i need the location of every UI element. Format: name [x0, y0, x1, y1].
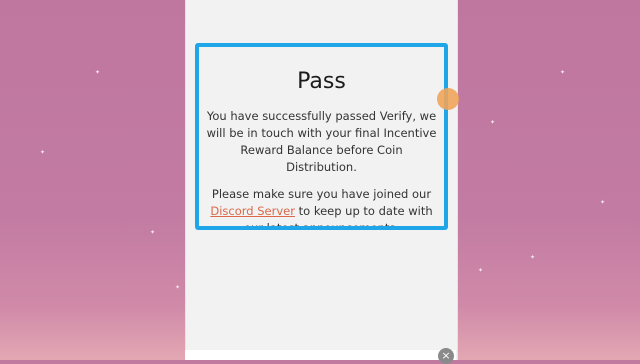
bottom-bar: [185, 350, 456, 360]
background-right: [456, 0, 640, 360]
sparkle-icon: ✦: [175, 284, 181, 291]
sparkle-icon: ✦: [530, 254, 536, 261]
close-button[interactable]: ×: [438, 348, 454, 364]
sparkle-icon: ✦: [560, 69, 566, 76]
sparkle-icon: ✦: [40, 149, 46, 156]
scroll-handle[interactable]: [437, 88, 459, 110]
join-discord-text: Please make sure you have joined our Dis…: [205, 186, 438, 226]
sparkle-icon: ✦: [150, 229, 156, 236]
discord-server-link[interactable]: Discord Server: [210, 204, 295, 218]
sparkle-icon: ✦: [95, 69, 101, 76]
sparkle-icon: ✦: [600, 199, 606, 206]
phone-screen: Pass You have successfully passed Verify…: [185, 0, 459, 360]
success-message: You have successfully passed Verify, we …: [206, 109, 437, 174]
sparkle-icon: ✦: [478, 267, 484, 274]
card-title: Pass: [297, 69, 346, 94]
verify-result-card: Pass You have successfully passed Verify…: [195, 43, 448, 230]
sparkle-icon: ✦: [490, 119, 496, 126]
background-left: [0, 0, 185, 360]
join-prefix: Please make sure you have joined our: [211, 187, 432, 201]
